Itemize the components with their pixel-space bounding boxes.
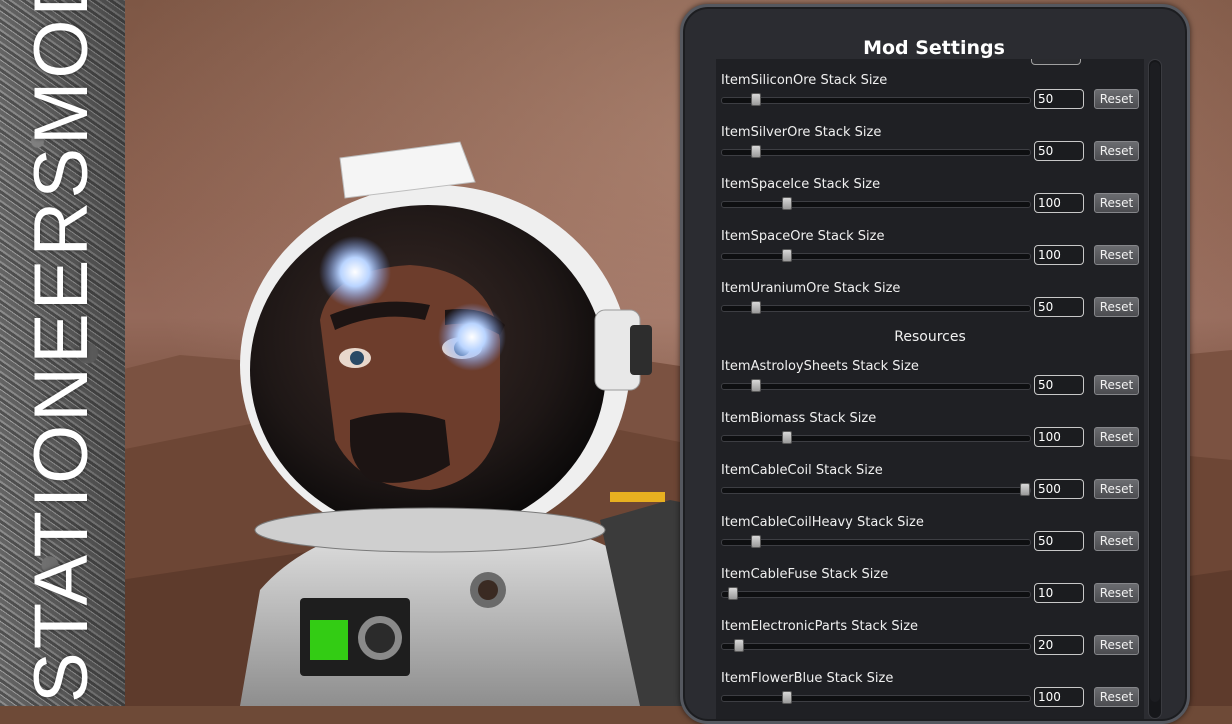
setting-row: ItemSiliconOre Stack Size 50 Reset [716,73,1144,125]
stack-size-slider[interactable] [721,691,1031,704]
slider-handle[interactable] [727,587,738,600]
slider-handle[interactable] [781,197,792,210]
brand-text: STATIONEERSMODS [19,0,104,703]
setting-row: ItemCableCoil Stack Size 500 Reset [716,463,1144,515]
stack-size-input[interactable]: 50 [1034,375,1084,395]
stack-size-slider[interactable] [721,301,1031,314]
setting-label: ItemFlowerBlue Stack Size [721,671,894,686]
setting-row: ItemCableFuse Stack Size 10 Reset [716,567,1144,619]
slider-handle[interactable] [781,691,792,704]
stack-size-slider[interactable] [721,587,1031,600]
setting-label: ItemSpaceOre Stack Size [721,229,885,244]
slider-handle[interactable] [781,249,792,262]
setting-row: ItemAstroloySheets Stack Size 50 Reset [716,359,1144,411]
slider-handle[interactable] [781,431,792,444]
setting-label: ItemAstroloySheets Stack Size [721,359,919,374]
slider-handle[interactable] [750,93,761,106]
scrollbar-thumb[interactable] [1150,62,1160,702]
setting-label: ItemElectronicParts Stack Size [721,619,919,634]
setting-label: ItemUraniumOre Stack Size [721,281,901,296]
stack-size-slider[interactable] [721,145,1031,158]
stack-size-input[interactable]: 50 [1034,531,1084,551]
reset-button[interactable]: Reset [1094,531,1139,551]
setting-label: ItemSpaceIce Stack Size [721,177,881,192]
stack-size-slider[interactable] [721,93,1031,106]
setting-row: ItemSpaceIce Stack Size 100 Reset [716,177,1144,229]
stack-size-input[interactable]: 100 [1034,427,1084,447]
reset-button[interactable]: Reset [1094,375,1139,395]
reset-button[interactable]: Reset [1094,687,1139,707]
stack-size-input[interactable]: 100 [1034,193,1084,213]
stack-size-slider[interactable] [721,431,1031,444]
reset-button[interactable]: Reset [1094,635,1139,655]
stack-size-slider[interactable] [721,535,1031,548]
settings-scrollbar[interactable] [1148,59,1162,719]
setting-row: ItemElectronicParts Stack Size 20 Reset [716,619,1144,671]
setting-label: ItemCableFuse Stack Size [721,567,889,582]
reset-button[interactable]: Reset [1094,583,1139,603]
stack-size-input[interactable]: 50 [1034,141,1084,161]
stack-size-input[interactable]: 50 [1034,89,1084,109]
reset-button[interactable]: Reset [1094,245,1139,265]
setting-row: ItemSilverOre Stack Size 50 Reset [716,125,1144,177]
slider-handle[interactable] [750,145,761,158]
slider-handle[interactable] [750,301,761,314]
section-header-resources: Resources [894,329,966,345]
stack-size-input[interactable]: 100 [1034,245,1084,265]
partial-value-field[interactable] [1031,59,1081,65]
panel-title: Mod Settings [863,37,1005,59]
setting-row: ItemUraniumOre Stack Size 50 Reset [716,281,1144,333]
stack-size-input[interactable]: 500 [1034,479,1084,499]
setting-label: ItemSiliconOre Stack Size [721,73,888,88]
reset-button[interactable]: Reset [1094,193,1139,213]
setting-label: ItemBiomass Stack Size [721,411,877,426]
stack-size-slider[interactable] [721,483,1031,496]
setting-label: ItemCableCoil Stack Size [721,463,883,478]
stack-size-slider[interactable] [721,379,1031,392]
slider-handle[interactable] [1020,483,1031,496]
reset-button[interactable]: Reset [1094,89,1139,109]
stack-size-slider[interactable] [721,197,1031,210]
slider-handle[interactable] [733,639,744,652]
mod-settings-panel: Mod Settings ItemSiliconOre Stack Size 50… [680,4,1190,724]
setting-row: ItemSpaceOre Stack Size 100 Reset [716,229,1144,281]
slider-handle[interactable] [750,535,761,548]
stack-size-input[interactable]: 50 [1034,297,1084,317]
reset-button[interactable]: Reset [1094,479,1139,499]
stack-size-input[interactable]: 100 [1034,687,1084,707]
setting-label: ItemSilverOre Stack Size [721,125,882,140]
stack-size-slider[interactable] [721,249,1031,262]
stack-size-input[interactable]: 10 [1034,583,1084,603]
reset-button[interactable]: Reset [1094,427,1139,447]
astronaut-character [240,141,720,706]
setting-row: ItemCableCoilHeavy Stack Size 50 Reset [716,515,1144,567]
setting-row: ItemFlowerBlue Stack Size 100 Reset [716,671,1144,719]
stack-size-slider[interactable] [721,639,1031,652]
setting-label: ItemCableCoilHeavy Stack Size [721,515,924,530]
slider-handle[interactable] [750,379,761,392]
reset-button[interactable]: Reset [1094,141,1139,161]
stack-size-input[interactable]: 20 [1034,635,1084,655]
reset-button[interactable]: Reset [1094,297,1139,317]
setting-row: ItemBiomass Stack Size 100 Reset [716,411,1144,463]
settings-scroll-area[interactable]: ItemSiliconOre Stack Size 50 Reset ItemSilv… [716,59,1144,719]
